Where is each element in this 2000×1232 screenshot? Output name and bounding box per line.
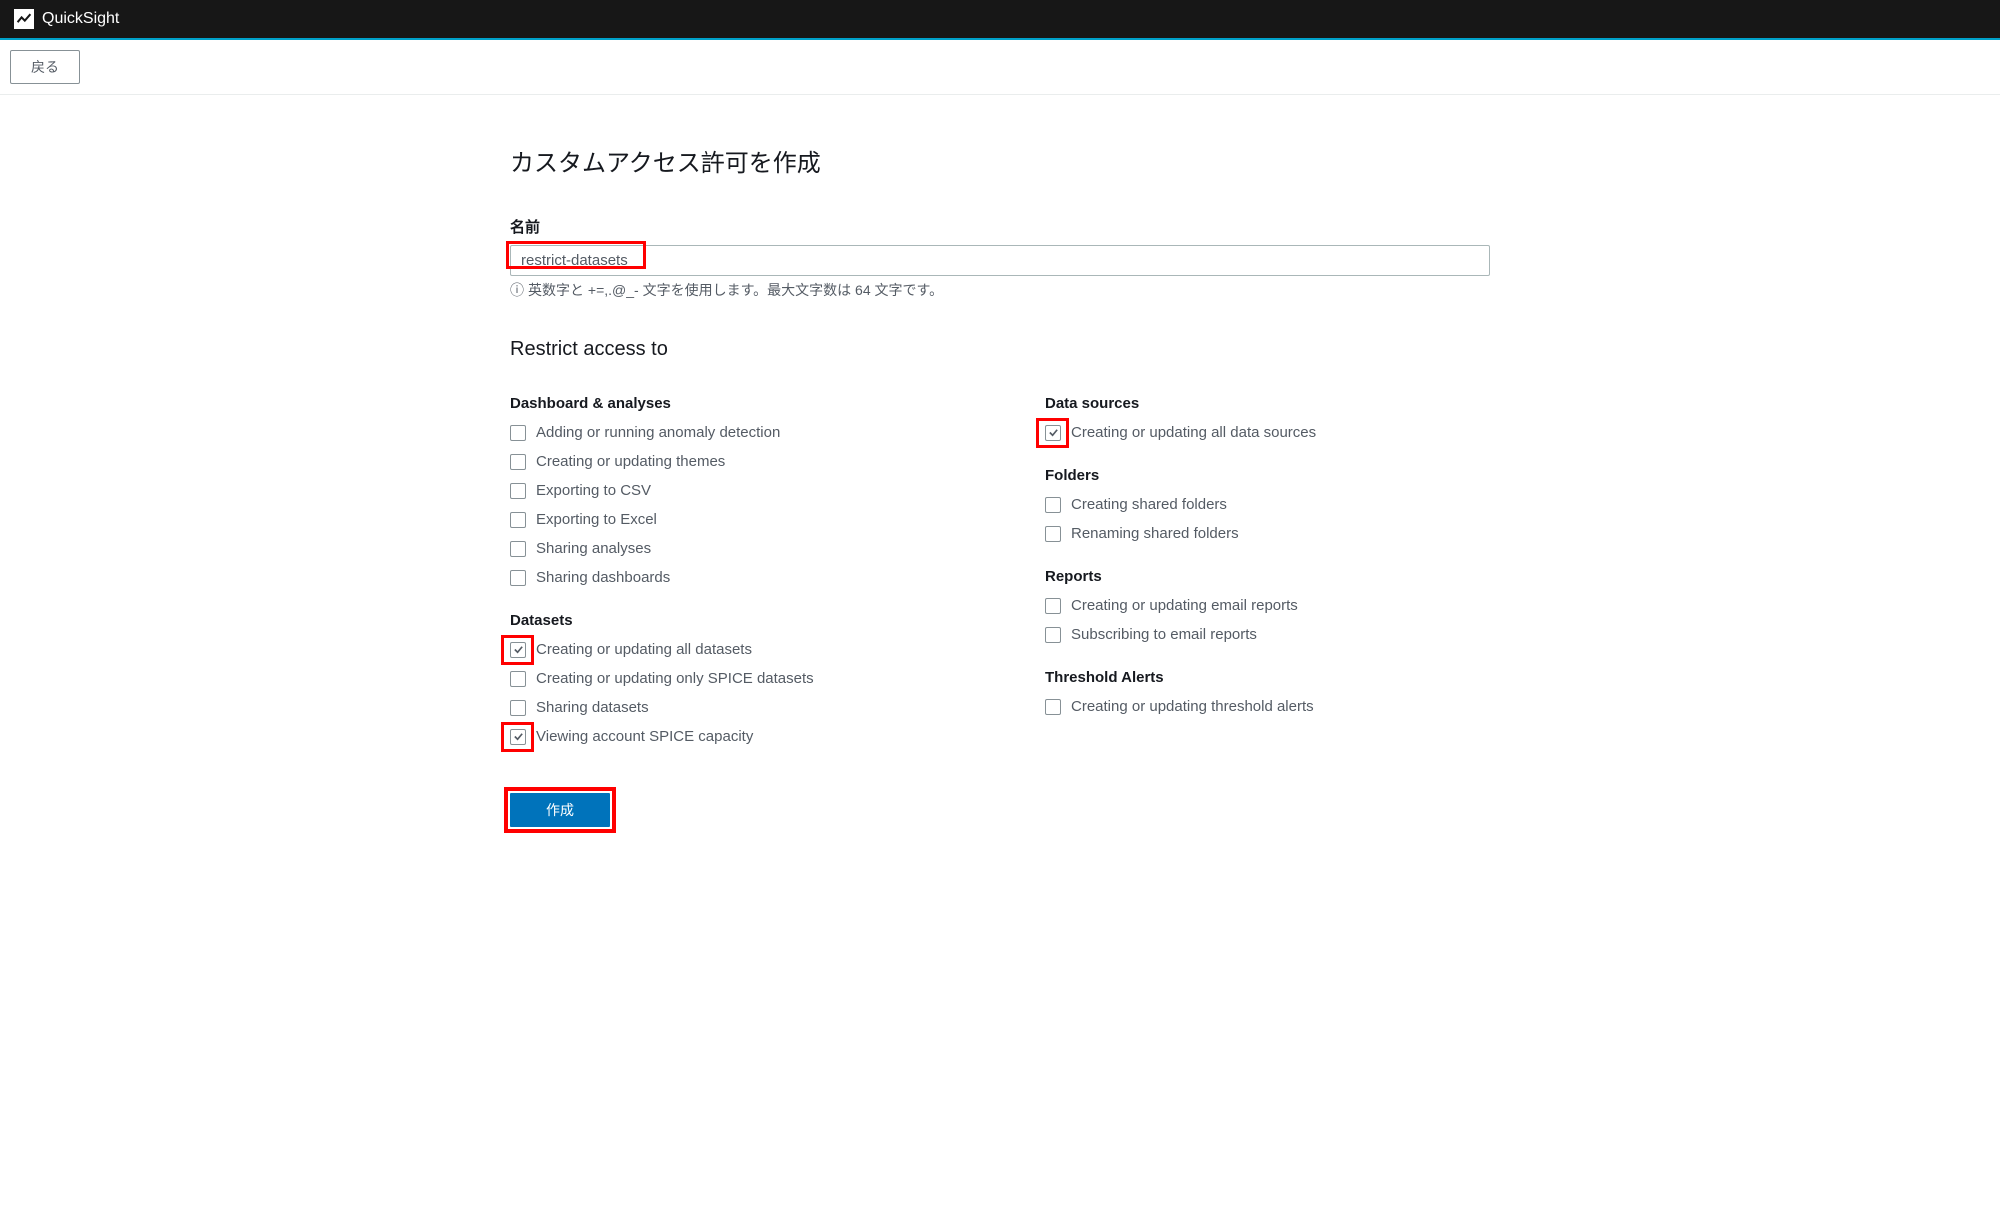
name-field-label: 名前	[510, 216, 1490, 237]
permission-checkbox[interactable]	[510, 454, 526, 470]
permissions-group: Datasets Creating or updating all dataset…	[510, 612, 955, 745]
permission-checkbox[interactable]	[510, 425, 526, 441]
brand-label: QuickSight	[42, 10, 119, 28]
permission-label: Creating or updating email reports	[1071, 597, 1298, 614]
permission-label: Creating or updating all data sources	[1071, 424, 1316, 441]
permission-label: Sharing datasets	[536, 699, 649, 716]
permission-row: Sharing dashboards	[510, 569, 955, 586]
permissions-group: Data sources Creating or updating all dat…	[1045, 395, 1490, 441]
permissions-column-left: Dashboard & analyses Adding or running an…	[510, 395, 955, 771]
sub-bar: 戻る	[0, 40, 2000, 95]
permission-checkbox[interactable]	[1045, 598, 1061, 614]
permission-label: Sharing analyses	[536, 540, 651, 557]
permission-row: Viewing account SPICE capacity	[510, 728, 955, 745]
permission-checkbox[interactable]	[510, 541, 526, 557]
permissions-group-title: Dashboard & analyses	[510, 395, 955, 412]
permissions-column-right: Data sources Creating or updating all dat…	[1045, 395, 1490, 771]
permissions-group: Threshold Alerts Creating or updating thr…	[1045, 669, 1490, 715]
permission-label: Adding or running anomaly detection	[536, 424, 780, 441]
permission-checkbox[interactable]	[510, 642, 526, 658]
permissions-group: Folders Creating shared folders Renaming s…	[1045, 467, 1490, 542]
info-icon	[510, 280, 524, 300]
permission-checkbox[interactable]	[1045, 627, 1061, 643]
permission-row: Exporting to Excel	[510, 511, 955, 528]
permission-row: Creating shared folders	[1045, 496, 1490, 513]
permissions-group-title: Threshold Alerts	[1045, 669, 1490, 686]
permission-label: Creating or updating themes	[536, 453, 725, 470]
permission-label: Renaming shared folders	[1071, 525, 1239, 542]
permission-label: Sharing dashboards	[536, 569, 670, 586]
permission-checkbox[interactable]	[510, 483, 526, 499]
permission-label: Subscribing to email reports	[1071, 626, 1257, 643]
permission-checkbox[interactable]	[1045, 699, 1061, 715]
permission-row: Creating or updating only SPICE datasets	[510, 670, 955, 687]
permission-checkbox[interactable]	[510, 570, 526, 586]
permission-label: Creating or updating threshold alerts	[1071, 698, 1314, 715]
permission-label: Exporting to CSV	[536, 482, 651, 499]
permission-checkbox[interactable]	[510, 512, 526, 528]
create-button-wrap: 作成	[510, 793, 610, 827]
permission-row: Creating or updating all datasets	[510, 641, 955, 658]
permission-checkbox[interactable]	[1045, 526, 1061, 542]
permissions-group-title: Folders	[1045, 467, 1490, 484]
top-bar: QuickSight	[0, 0, 2000, 40]
permission-checkbox[interactable]	[510, 700, 526, 716]
permission-row: Creating or updating all data sources	[1045, 424, 1490, 441]
permission-checkbox[interactable]	[510, 671, 526, 687]
permission-checkbox[interactable]	[1045, 425, 1061, 441]
back-button[interactable]: 戻る	[10, 50, 80, 84]
permission-label: Creating or updating only SPICE datasets	[536, 670, 814, 687]
name-helper-text: 英数字と +=,.@_- 文字を使用します。最大文字数は 64 文字です。	[528, 280, 943, 300]
permission-row: Renaming shared folders	[1045, 525, 1490, 542]
permission-row: Adding or running anomaly detection	[510, 424, 955, 441]
main-content: カスタムアクセス許可を作成 名前 英数字と +=,.@_- 文字を使用します。最…	[490, 95, 1510, 867]
permissions-group: Dashboard & analyses Adding or running an…	[510, 395, 955, 586]
permission-label: Viewing account SPICE capacity	[536, 728, 753, 745]
permissions-columns: Dashboard & analyses Adding or running an…	[510, 395, 1490, 771]
name-input[interactable]	[510, 245, 1490, 276]
name-input-wrap	[510, 245, 1490, 276]
page-title: カスタムアクセス許可を作成	[510, 143, 1490, 178]
name-helper: 英数字と +=,.@_- 文字を使用します。最大文字数は 64 文字です。	[510, 280, 1490, 300]
permission-row: Creating or updating threshold alerts	[1045, 698, 1490, 715]
permission-label: Creating or updating all datasets	[536, 641, 752, 658]
permission-row: Subscribing to email reports	[1045, 626, 1490, 643]
quicksight-logo-icon	[14, 9, 34, 29]
permission-row: Creating or updating email reports	[1045, 597, 1490, 614]
permissions-group: Reports Creating or updating email report…	[1045, 568, 1490, 643]
permissions-group-title: Data sources	[1045, 395, 1490, 412]
permission-checkbox[interactable]	[1045, 497, 1061, 513]
permission-label: Creating shared folders	[1071, 496, 1227, 513]
permission-row: Sharing datasets	[510, 699, 955, 716]
restrict-title: Restrict access to	[510, 338, 1490, 361]
permission-row: Exporting to CSV	[510, 482, 955, 499]
permission-row: Sharing analyses	[510, 540, 955, 557]
permission-checkbox[interactable]	[510, 729, 526, 745]
permission-row: Creating or updating themes	[510, 453, 955, 470]
permissions-group-title: Reports	[1045, 568, 1490, 585]
brand: QuickSight	[14, 9, 119, 29]
permission-label: Exporting to Excel	[536, 511, 657, 528]
permissions-group-title: Datasets	[510, 612, 955, 629]
create-button[interactable]: 作成	[510, 793, 610, 827]
